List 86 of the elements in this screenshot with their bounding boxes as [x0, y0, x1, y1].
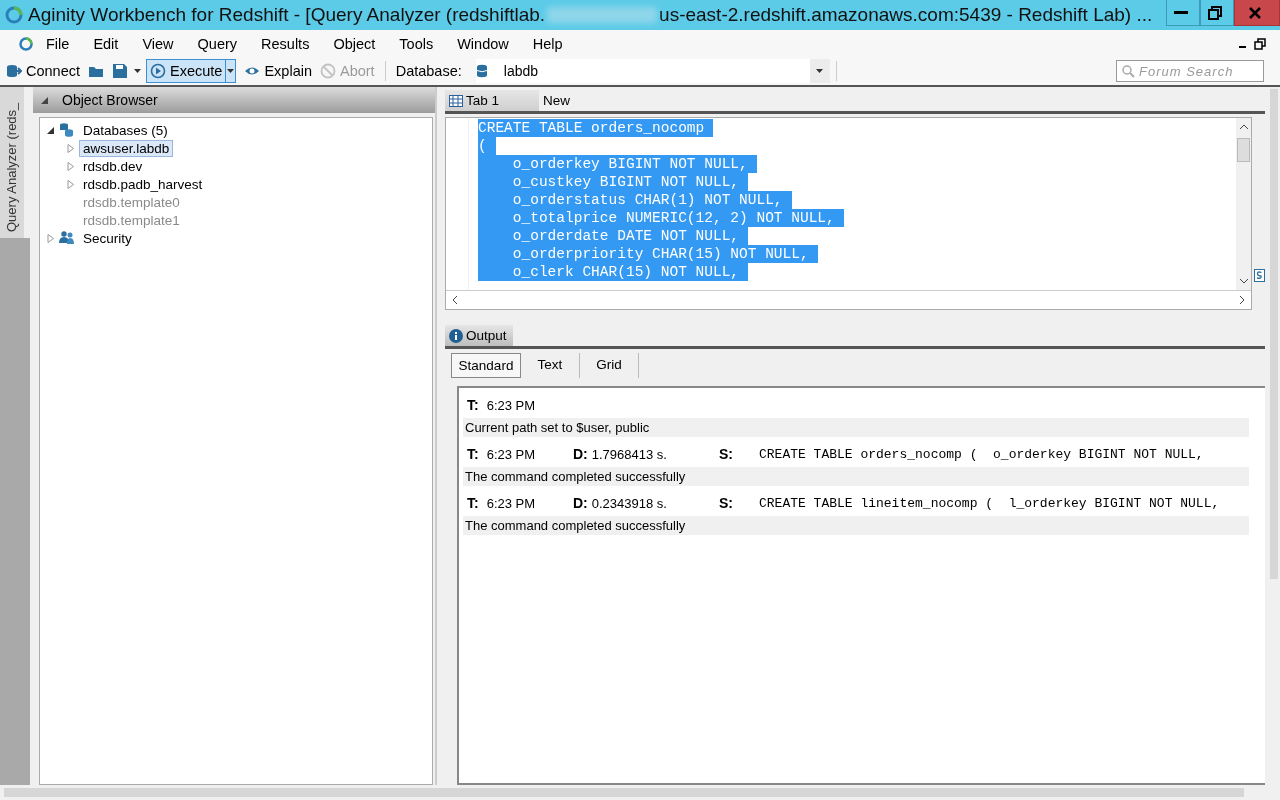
database-icon [475, 64, 488, 78]
collapse-triangle-icon[interactable] [46, 125, 55, 135]
tab[interactable]: Grid [580, 353, 639, 378]
time-text: 6:23 PM [486, 397, 536, 413]
database-dropdown[interactable]: labdb [475, 59, 830, 83]
dropdown-button[interactable] [226, 59, 237, 83]
chevron-right-icon [1239, 295, 1245, 305]
caret-icon [816, 69, 824, 73]
window-title: us-east-2.redshift.amazonaws.com:5439 - Redshift Lab) ... [659, 4, 1153, 26]
dollar-page-icon[interactable] [1254, 269, 1265, 282]
menu-item[interactable]: Window [445, 35, 521, 52]
duration-text: 0.2343918 s. [591, 495, 667, 511]
tree-item[interactable]: Security [79, 229, 136, 247]
field-label: D: [573, 446, 588, 462]
statement-text: CREATE TABLE orders_nocomp ( o_orderkey BIGINT NOT NULL, [759, 446, 1204, 462]
time-text: 6:23 PM [486, 446, 536, 462]
field-label: T: [467, 446, 479, 462]
menu-item[interactable]: Help [520, 35, 575, 52]
code-editor[interactable] [445, 117, 1252, 310]
message-text: Current path set to $user, public [465, 420, 650, 435]
chevron-up-icon [1238, 124, 1249, 130]
tab[interactable]: Standard [451, 353, 521, 378]
database-label: Database: [395, 63, 462, 79]
message-text: The command completed successfully [465, 469, 686, 484]
field-label: T: [467, 495, 479, 511]
restore-button[interactable] [1200, 0, 1234, 26]
menu-item[interactable]: Object [321, 35, 388, 52]
menu-item[interactable]: View [130, 35, 186, 52]
field-label: D: [573, 495, 588, 511]
chevron-left-icon [452, 295, 458, 305]
scrollbar-thumb[interactable] [1270, 89, 1278, 579]
grid-icon [449, 94, 463, 107]
statement-text: CREATE TABLE lineitem_nocomp ( l_orderkey BIGINT NOT NULL, [759, 495, 1220, 511]
tree-item[interactable]: rdsdb.padb_harvest [79, 175, 207, 193]
panel-tab[interactable]: Output [445, 325, 513, 346]
restore-icon[interactable] [1254, 37, 1266, 50]
message-text: The command completed successfully [465, 518, 686, 533]
menu-item[interactable]: File [34, 35, 82, 52]
tree-item[interactable]: Databases (5) [79, 121, 172, 139]
field-label: S: [719, 446, 733, 462]
expand-triangle-icon[interactable] [46, 233, 55, 243]
databases-icon [59, 122, 75, 138]
minimize-icon [1174, 11, 1188, 14]
search-field[interactable]: Forum Search [1116, 60, 1264, 82]
database-arrow-icon [6, 63, 22, 79]
panel-title: Object Browser [62, 92, 158, 108]
info-icon [449, 328, 463, 343]
close-button[interactable] [1234, 0, 1280, 26]
minimize-icon[interactable] [1239, 45, 1246, 48]
expand-triangle-icon[interactable] [66, 179, 75, 189]
collapse-triangle-icon [41, 96, 48, 104]
caret-icon [133, 69, 141, 73]
scrollbar-thumb[interactable] [1237, 138, 1250, 162]
execute-button[interactable]: Execute [146, 59, 227, 83]
menu-item[interactable]: Results [249, 35, 322, 52]
prohibited-icon [320, 63, 336, 79]
explain-button[interactable]: Explain [240, 59, 316, 83]
expand-triangle-icon[interactable] [66, 161, 75, 171]
menu-item[interactable]: Edit [81, 35, 131, 52]
scrollbar-thumb[interactable] [4, 788, 1244, 797]
minimize-button[interactable] [1166, 0, 1200, 26]
field-label: S: [719, 495, 733, 511]
connect-button[interactable]: Connect [2, 59, 84, 83]
close-icon [1247, 4, 1263, 21]
tab[interactable]: Text [521, 353, 580, 378]
caret-icon [227, 69, 235, 73]
tree-item[interactable]: rdsdb.dev [79, 157, 147, 175]
window-title: Aginity Workbench for Redshift - [Query Analyzer (redshiftlab. [28, 4, 546, 26]
restore-icon [1207, 4, 1223, 21]
chevron-down-icon [1238, 278, 1249, 284]
duration-text: 1.7968413 s. [591, 446, 667, 462]
tree-item[interactable]: awsuser.labdb [79, 139, 174, 157]
side-tab[interactable]: Query Analyzer (reds_ [0, 87, 24, 238]
play-circle-icon [150, 63, 166, 79]
menu-item[interactable]: Query [185, 35, 250, 52]
menu-item[interactable]: Tools [387, 35, 446, 52]
time-text: 6:23 PM [486, 495, 536, 511]
tab[interactable]: Tab 1 [445, 90, 539, 111]
people-icon [59, 230, 75, 246]
app-logo-icon [4, 5, 24, 25]
search-icon [1121, 64, 1135, 78]
app-logo-icon [18, 35, 34, 52]
tab[interactable]: New [539, 90, 633, 111]
expand-triangle-icon[interactable] [66, 143, 75, 153]
vertical-scrollbar[interactable] [1236, 118, 1251, 290]
field-label: T: [467, 397, 479, 413]
